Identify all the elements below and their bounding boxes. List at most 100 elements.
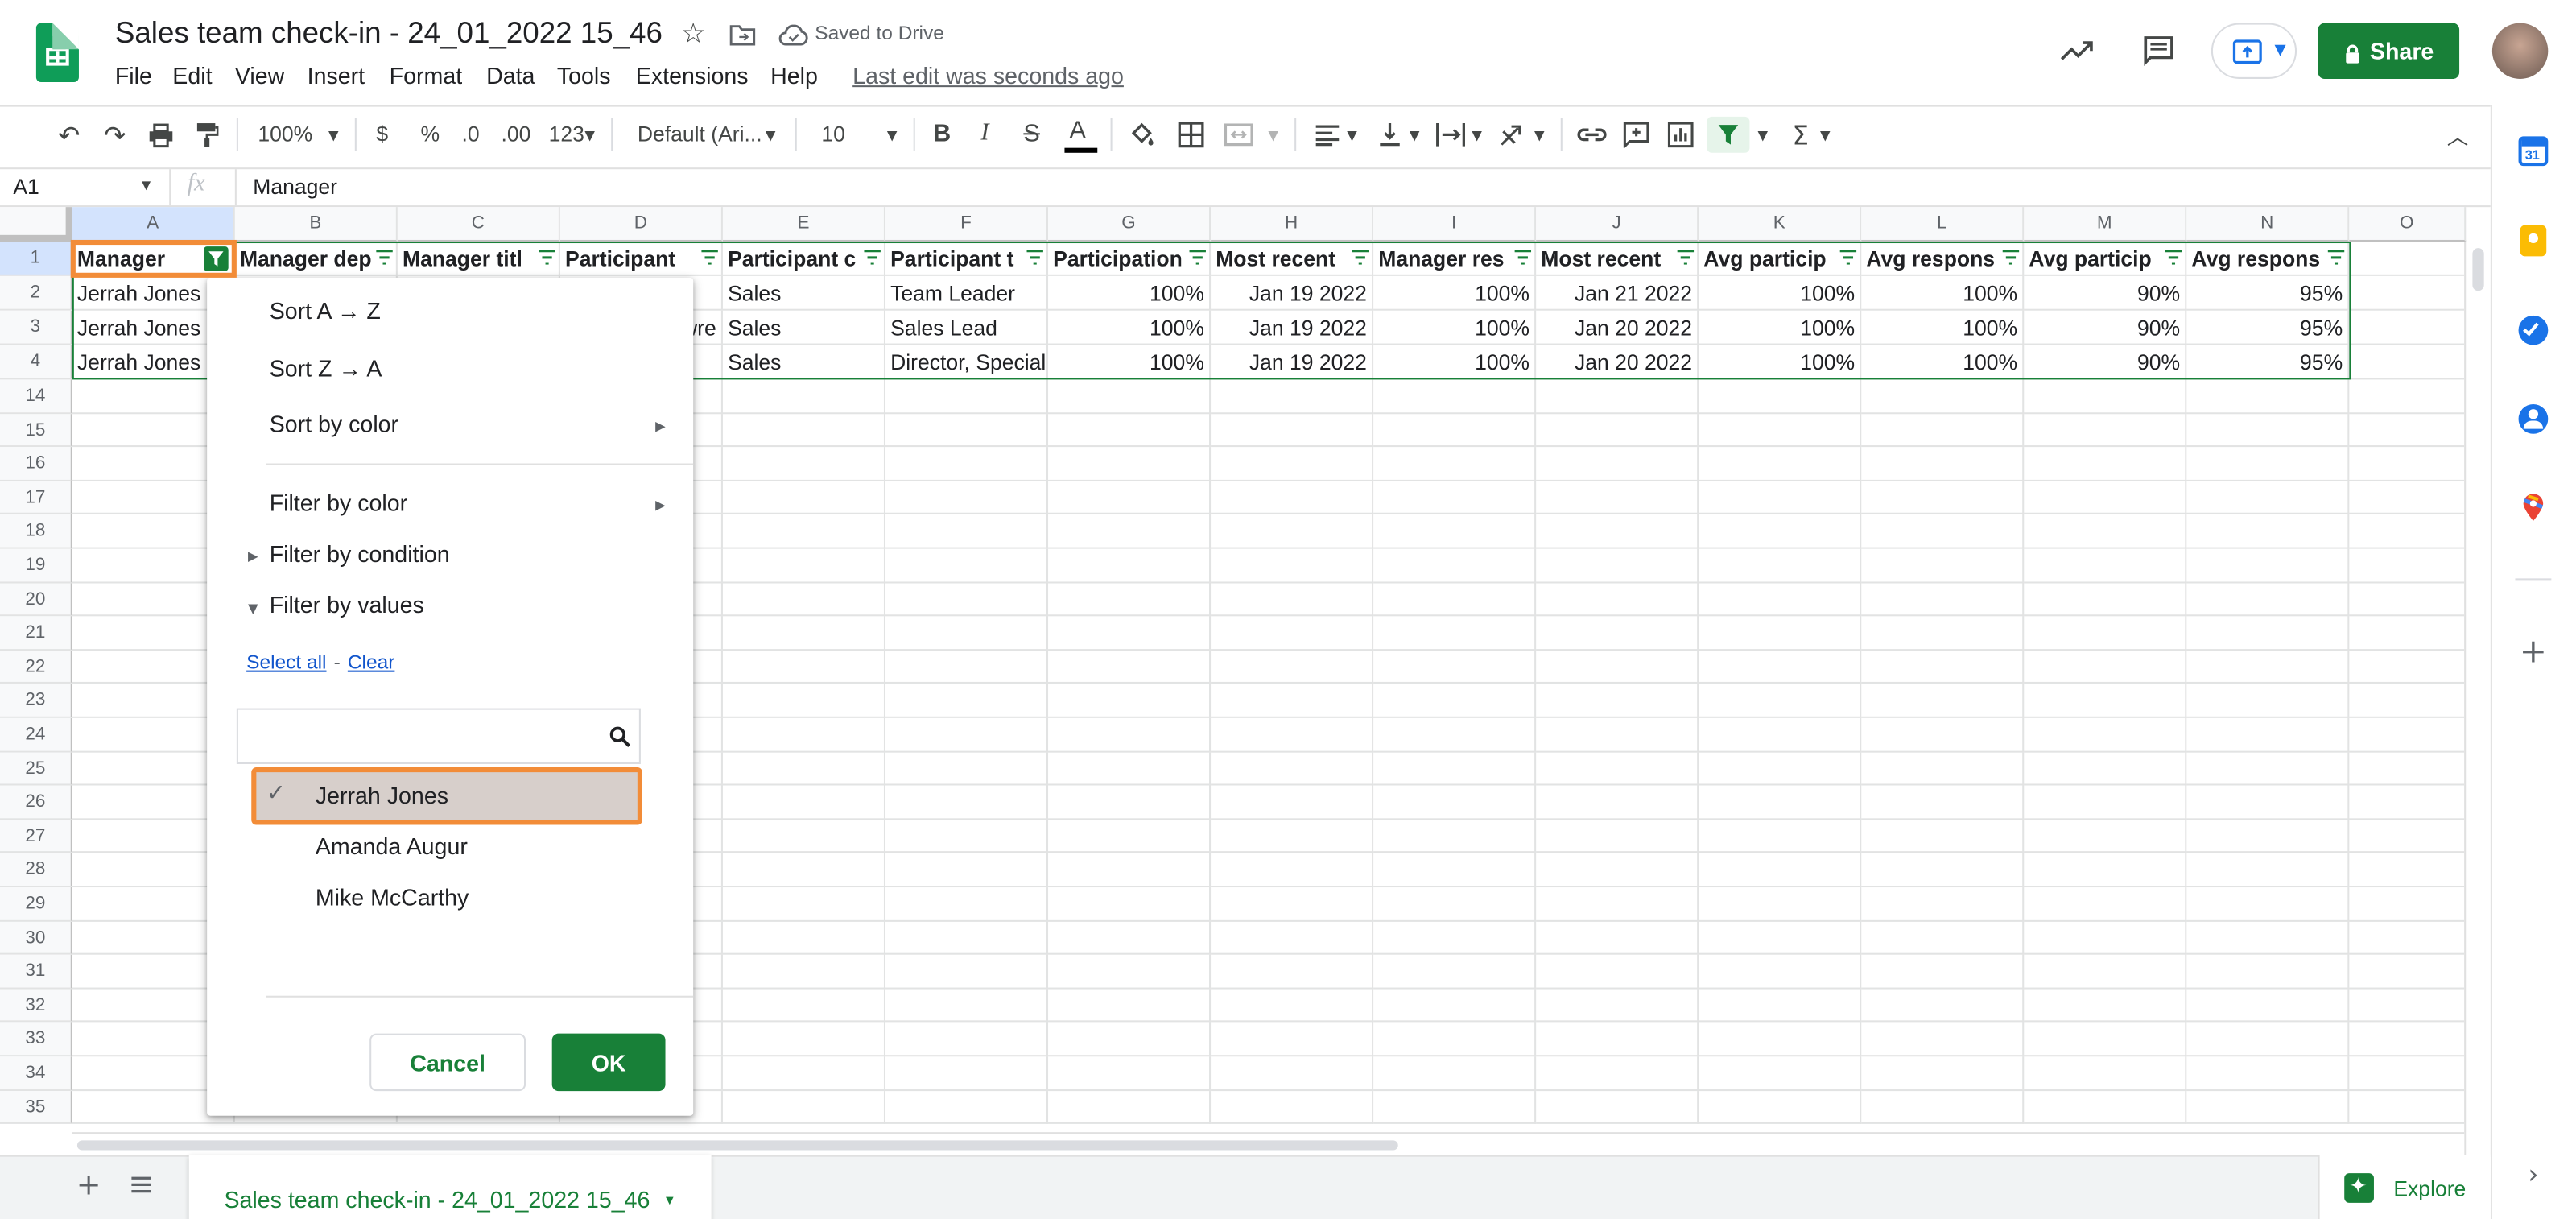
empty-cell[interactable] xyxy=(2024,751,2187,786)
empty-cell[interactable] xyxy=(1048,989,1212,1023)
cell-h2[interactable]: Jan 19 2022 xyxy=(1211,275,1374,311)
empty-cell[interactable] xyxy=(1699,717,1862,752)
font-size-dropdown-icon[interactable]: ▼ xyxy=(884,125,900,144)
menu-tools[interactable]: Tools xyxy=(557,63,611,89)
filter-icon[interactable] xyxy=(1677,250,1695,265)
header-cell-e[interactable]: Participant c xyxy=(722,241,886,276)
empty-cell[interactable] xyxy=(2186,989,2350,1023)
empty-cell[interactable] xyxy=(1861,481,2025,515)
empty-cell[interactable] xyxy=(1699,447,1862,481)
ok-button[interactable]: OK xyxy=(551,1033,666,1092)
contacts-icon[interactable] xyxy=(2518,404,2549,434)
filter-icon[interactable] xyxy=(1514,250,1532,265)
empty-cell[interactable] xyxy=(1699,1056,1862,1091)
empty-cell[interactable] xyxy=(2024,481,2187,515)
row-header-3[interactable]: 3 xyxy=(0,310,72,345)
expand-arrow-icon[interactable]: ▶ xyxy=(243,546,262,565)
filter-icon[interactable] xyxy=(1839,250,1857,265)
empty-cell[interactable] xyxy=(1048,379,1212,414)
font-select[interactable]: Default (Ari... xyxy=(638,122,762,147)
empty-cell[interactable] xyxy=(2024,887,2187,922)
empty-cell[interactable] xyxy=(1699,379,1862,414)
empty-cell[interactable] xyxy=(2349,751,2467,786)
empty-cell[interactable] xyxy=(2349,887,2467,922)
empty-cell[interactable] xyxy=(885,379,1049,414)
row-header-4[interactable]: 4 xyxy=(0,345,72,380)
empty-cell[interactable] xyxy=(2186,751,2350,786)
empty-cell[interactable] xyxy=(1861,887,2025,922)
empty-cell[interactable] xyxy=(2349,379,2467,414)
empty-cell[interactable] xyxy=(1536,717,1699,752)
paint-format-icon[interactable] xyxy=(191,120,224,150)
empty-cell[interactable] xyxy=(1373,514,1537,549)
filter-by-color[interactable]: Filter by color xyxy=(270,490,407,516)
column-header-m[interactable]: M xyxy=(2024,207,2187,242)
empty-cell[interactable] xyxy=(1211,447,1374,481)
empty-cell[interactable] xyxy=(722,1056,886,1091)
empty-cell[interactable] xyxy=(2349,582,2467,617)
empty-cell[interactable] xyxy=(1373,1090,1537,1125)
empty-cell[interactable] xyxy=(1373,1056,1537,1091)
cell-g2[interactable]: 100% xyxy=(1048,275,1212,311)
empty-cell[interactable] xyxy=(1536,548,1699,583)
empty-cell[interactable] xyxy=(722,785,886,820)
empty-cell[interactable] xyxy=(2349,819,2467,853)
empty-cell[interactable] xyxy=(885,955,1049,990)
empty-cell[interactable] xyxy=(885,1056,1049,1091)
sort-a-z[interactable]: Sort A → Z xyxy=(270,297,381,324)
vertical-scroll-thumb[interactable] xyxy=(2472,248,2484,291)
row-header-35[interactable]: 35 xyxy=(0,1090,72,1125)
filter-value-label[interactable]: Jerrah Jones xyxy=(316,782,448,808)
empty-cell[interactable] xyxy=(1536,514,1699,549)
cell-j3[interactable]: Jan 20 2022 xyxy=(1536,310,1699,345)
horizontal-scroll-thumb[interactable] xyxy=(76,1140,1398,1151)
borders-icon[interactable] xyxy=(1174,120,1208,150)
filter-value-label[interactable]: Mike McCarthy xyxy=(316,884,469,911)
header-cell-h[interactable]: Most recent xyxy=(1211,241,1374,276)
empty-cell[interactable] xyxy=(1211,785,1374,820)
empty-cell[interactable] xyxy=(1699,650,1862,684)
zoom-select[interactable]: 100% xyxy=(258,122,312,147)
empty-cell[interactable] xyxy=(1048,684,1212,718)
column-header-n[interactable]: N xyxy=(2186,207,2350,242)
sheets-logo-icon[interactable] xyxy=(35,23,79,83)
empty-cell[interactable] xyxy=(2186,1023,2350,1057)
row-header-34[interactable]: 34 xyxy=(0,1056,72,1091)
horizontal-scrollbar[interactable] xyxy=(72,1132,2465,1155)
empty-cell[interactable] xyxy=(722,650,886,684)
column-header-b[interactable]: B xyxy=(234,207,398,242)
cell-g3[interactable]: 100% xyxy=(1048,310,1212,345)
row-header-14[interactable]: 14 xyxy=(0,379,72,414)
maps-icon[interactable] xyxy=(2522,493,2545,523)
empty-cell[interactable] xyxy=(1699,481,1862,515)
star-icon[interactable]: ☆ xyxy=(677,18,710,51)
column-header-j[interactable]: J xyxy=(1536,207,1699,242)
empty-cell[interactable] xyxy=(1048,548,1212,583)
cell-e4[interactable]: Sales xyxy=(722,345,886,380)
print-icon[interactable] xyxy=(145,120,178,150)
cancel-button[interactable]: Cancel xyxy=(369,1033,526,1092)
empty-cell[interactable] xyxy=(1373,853,1537,888)
empty-cell[interactable] xyxy=(1373,447,1537,481)
formula-input[interactable]: Manager xyxy=(253,174,337,199)
explore-button[interactable]: ✦ Explore xyxy=(2318,1155,2491,1219)
empty-cell[interactable] xyxy=(1048,650,1212,684)
empty-cell[interactable] xyxy=(1373,582,1537,617)
empty-cell[interactable] xyxy=(885,887,1049,922)
fill-color-icon[interactable] xyxy=(1125,120,1158,150)
header-cell-m[interactable]: Avg particip xyxy=(2024,241,2187,276)
empty-cell[interactable] xyxy=(1861,1056,2025,1091)
currency-format-button[interactable]: $ xyxy=(376,122,388,147)
empty-cell[interactable] xyxy=(2024,819,2187,853)
tasks-icon[interactable] xyxy=(2518,315,2549,345)
empty-cell[interactable] xyxy=(2186,853,2350,888)
cell-k4[interactable]: 100% xyxy=(1699,345,1862,380)
empty-cell[interactable] xyxy=(1211,853,1374,888)
cell-k2[interactable]: 100% xyxy=(1699,275,1862,311)
vertical-align-icon[interactable] xyxy=(1373,120,1406,150)
empty-cell[interactable] xyxy=(885,989,1049,1023)
font-dropdown-icon[interactable]: ▼ xyxy=(762,125,778,144)
empty-cell[interactable] xyxy=(1536,853,1699,888)
empty-cell[interactable] xyxy=(885,1090,1049,1125)
halign-dropdown-icon[interactable]: ▼ xyxy=(1344,125,1360,144)
